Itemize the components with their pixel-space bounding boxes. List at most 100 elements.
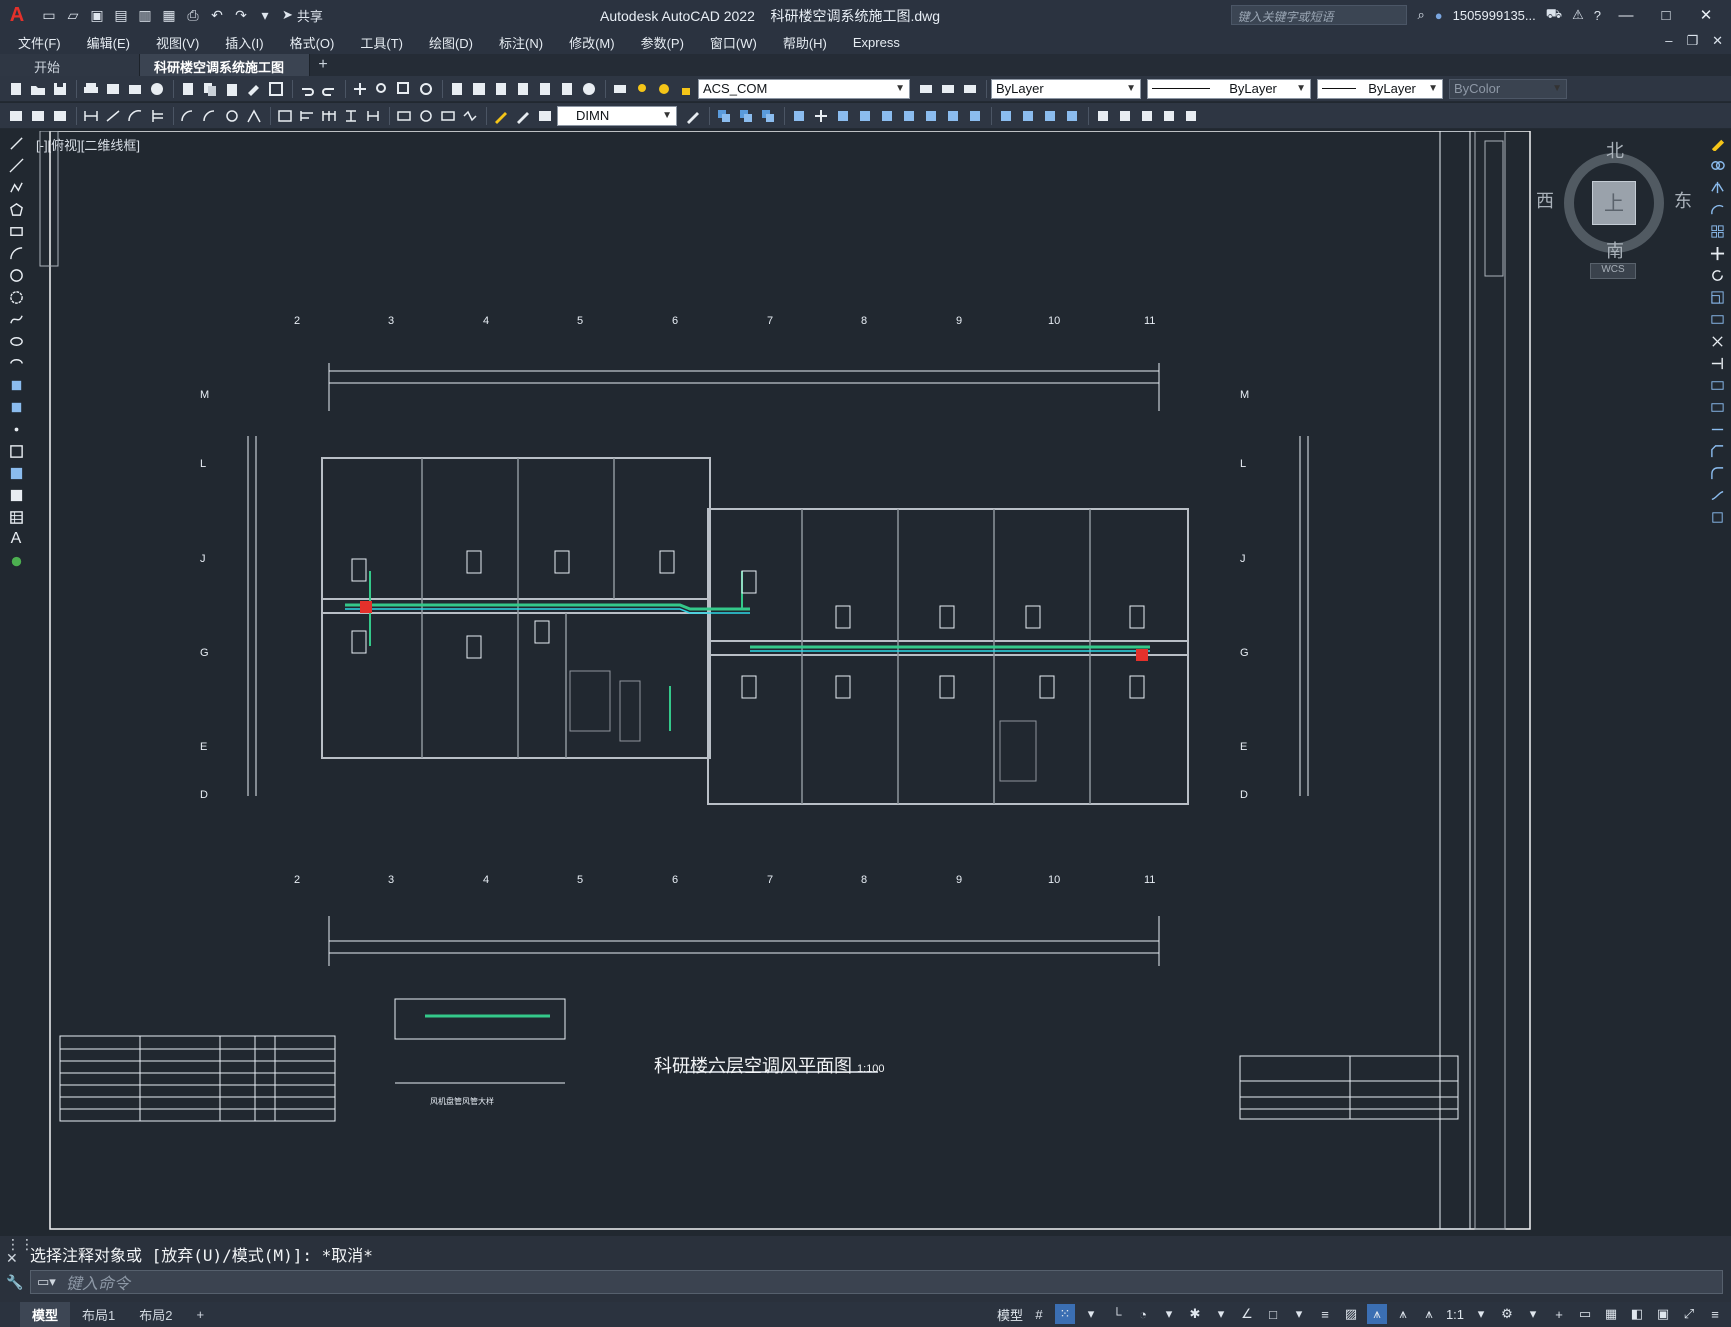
open-icon[interactable]	[28, 80, 48, 98]
autocad-logo-icon[interactable]: A	[0, 0, 34, 30]
object-snap-tracking-icon[interactable]: ∠	[1237, 1304, 1257, 1324]
menu-file[interactable]: 文件(F)	[18, 33, 61, 52]
jogged-linear-icon[interactable]	[460, 107, 480, 125]
save-icon[interactable]: ▣	[88, 6, 106, 24]
maximize-button[interactable]: □	[1651, 7, 1681, 24]
mirror-icon[interactable]	[736, 107, 756, 125]
revision-cloud-icon[interactable]	[7, 288, 25, 306]
dim-text-edit-icon[interactable]	[513, 107, 533, 125]
fillet-icon[interactable]	[1018, 107, 1038, 125]
mirror-object-icon[interactable]	[1708, 178, 1726, 196]
extend-object-icon[interactable]	[1708, 354, 1726, 372]
add-layout-icon[interactable]: +	[184, 1304, 216, 1325]
circle-icon[interactable]	[7, 266, 25, 284]
save-icon[interactable]	[50, 80, 70, 98]
menu-modify[interactable]: 修改(M)	[569, 33, 615, 52]
trim-object-icon[interactable]	[1708, 332, 1726, 350]
transparency-icon[interactable]: ▨	[1341, 1304, 1361, 1324]
viewcube[interactable]: 上 北 南 西 东 WCS	[1536, 141, 1692, 315]
menu-draw[interactable]: 绘图(D)	[429, 33, 473, 52]
mtext-icon[interactable]: A	[7, 530, 25, 548]
paste-icon[interactable]	[222, 80, 242, 98]
image-icon[interactable]	[1137, 107, 1157, 125]
cmd-close-icon[interactable]: ✕	[6, 1250, 18, 1267]
new-tab-icon[interactable]: +	[310, 56, 336, 74]
layer-previous-icon[interactable]	[938, 80, 958, 98]
sheet-set-icon[interactable]	[513, 80, 533, 98]
clean-screen-icon[interactable]: ⤢	[1679, 1304, 1699, 1324]
chamfer-object-icon[interactable]	[1708, 442, 1726, 460]
lineweight-dropdown[interactable]: ByLayer ▼	[1317, 78, 1443, 99]
search-input[interactable]: 键入关键字或短语	[1231, 5, 1408, 25]
annotation-scale-menu-icon[interactable]: ▾	[1471, 1304, 1491, 1324]
doc-restore-icon[interactable]: ❐	[1686, 33, 1698, 49]
extend-icon[interactable]	[921, 107, 941, 125]
selection-cycling-icon[interactable]: ⩚	[1367, 1304, 1387, 1324]
redo-icon[interactable]: ↷	[232, 6, 250, 24]
plotstyle-dropdown[interactable]: ByColor ▼	[1449, 78, 1567, 99]
save-as-icon[interactable]: ▤	[112, 6, 130, 24]
break-object-icon[interactable]	[1708, 398, 1726, 416]
snap-menu-icon[interactable]: ▾	[1081, 1304, 1101, 1324]
layer-on-icon[interactable]	[632, 80, 652, 98]
pan-icon[interactable]	[350, 80, 370, 98]
hatch-icon[interactable]	[7, 442, 25, 460]
dim-style-manager-icon[interactable]	[683, 107, 703, 125]
rotate-object-icon[interactable]	[1708, 266, 1726, 284]
help-icon[interactable]	[579, 80, 599, 98]
menu-view[interactable]: 视图(V)	[156, 33, 199, 52]
color-dropdown[interactable]: ByLayer ▼	[991, 78, 1141, 99]
menu-format[interactable]: 格式(O)	[290, 33, 335, 52]
tab-start[interactable]: 开始	[0, 54, 140, 76]
open-file-icon[interactable]: ▱	[64, 6, 82, 24]
doc-minimize-icon[interactable]: –	[1665, 33, 1672, 49]
zoom-previous-icon[interactable]	[416, 80, 436, 98]
cmd-customize-icon[interactable]: 🔧	[6, 1274, 23, 1291]
calculator-icon[interactable]	[557, 80, 577, 98]
compass-west[interactable]: 西	[1536, 187, 1554, 213]
make-block-icon[interactable]	[7, 398, 25, 416]
object-snap-icon[interactable]: □	[1263, 1304, 1283, 1324]
break-icon[interactable]	[943, 107, 963, 125]
user-icon[interactable]: ●	[1435, 8, 1443, 23]
chamfer-icon[interactable]	[996, 107, 1016, 125]
quick-properties-icon[interactable]: ▦	[1601, 1304, 1621, 1324]
tab-layout1[interactable]: 布局1	[70, 1302, 127, 1327]
menu-help[interactable]: 帮助(H)	[783, 33, 827, 52]
scale-object-icon[interactable]	[1708, 288, 1726, 306]
join-object-icon[interactable]	[1708, 420, 1726, 438]
markup-icon[interactable]	[535, 80, 555, 98]
gradient-icon[interactable]	[7, 464, 25, 482]
dim-edit-icon[interactable]	[491, 107, 511, 125]
publish-icon[interactable]	[125, 80, 145, 98]
menu-edit[interactable]: 编辑(E)	[87, 33, 130, 52]
wcs-menu[interactable]: WCS	[1590, 263, 1636, 279]
graphics-performance-icon[interactable]: ▣	[1653, 1304, 1673, 1324]
zoom-realtime-icon[interactable]	[372, 80, 392, 98]
polyline-icon[interactable]	[7, 178, 25, 196]
web-open-icon[interactable]: ▥	[136, 6, 154, 24]
blend-icon[interactable]	[1040, 107, 1060, 125]
copy-modify-icon[interactable]	[714, 107, 734, 125]
isolate-objects-icon[interactable]: ◧	[1627, 1304, 1647, 1324]
baseline-dim-icon[interactable]	[297, 107, 317, 125]
viewcube-top-face[interactable]: 上	[1592, 181, 1636, 225]
dim-space-icon[interactable]	[341, 107, 361, 125]
search-icon[interactable]: ⌕	[1417, 7, 1424, 23]
insert-block-icon[interactable]	[1093, 107, 1113, 125]
array-icon[interactable]	[789, 107, 809, 125]
ordinate-dim-icon[interactable]	[147, 107, 167, 125]
snap-icon[interactable]: ⁙	[1055, 1304, 1075, 1324]
tab-layout2[interactable]: 布局2	[127, 1302, 184, 1327]
offset-object-icon[interactable]	[1708, 200, 1726, 218]
object-snap-menu-icon[interactable]: ▾	[1289, 1304, 1309, 1324]
menu-tools[interactable]: 工具(T)	[360, 33, 403, 52]
angular-dim-icon[interactable]	[244, 107, 264, 125]
stretch-icon[interactable]	[877, 107, 897, 125]
explode-object-icon[interactable]	[1708, 508, 1726, 526]
construction-line-icon[interactable]	[7, 156, 25, 174]
compass-east[interactable]: 东	[1674, 187, 1692, 213]
offset-icon[interactable]	[758, 107, 778, 125]
grid-icon[interactable]: #	[1029, 1304, 1049, 1324]
annotation-monitor-icon[interactable]: +	[1549, 1304, 1569, 1324]
